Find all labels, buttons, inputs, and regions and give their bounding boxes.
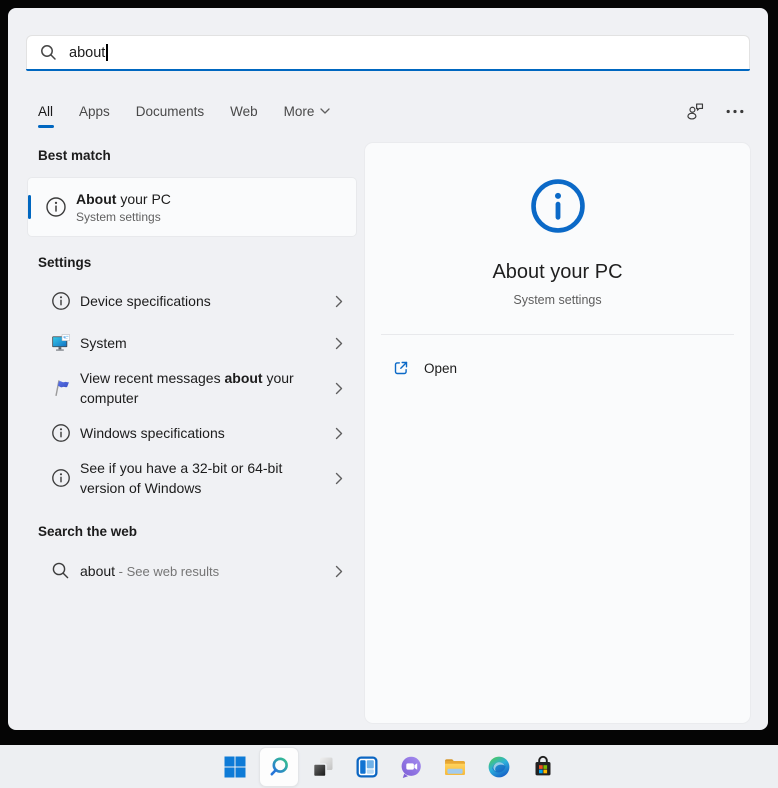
tab-web[interactable]: Web — [230, 104, 258, 119]
list-item-32-64-bit[interactable]: See if you have a 32-bit or 64-bit versi… — [28, 454, 356, 502]
file-explorer-button[interactable] — [435, 747, 475, 787]
edge-button[interactable] — [479, 747, 519, 787]
widgets-icon — [356, 756, 378, 777]
search-the-web-label: Search the web — [38, 524, 138, 539]
search-input[interactable]: about — [26, 35, 750, 71]
search-icon — [52, 562, 69, 579]
flag-icon — [55, 380, 69, 397]
chevron-right-icon — [335, 337, 343, 349]
preview-subtitle: System settings — [513, 293, 602, 307]
settings-list: Device specifications System View recent… — [28, 280, 356, 502]
tab-more[interactable]: More — [284, 104, 331, 119]
widgets-button[interactable] — [347, 747, 387, 787]
settings-label: Settings — [38, 255, 92, 270]
info-circle-icon — [52, 424, 70, 442]
selection-accent-bar — [28, 195, 31, 219]
best-match-item[interactable]: About your PC System settings — [28, 178, 356, 236]
tab-all[interactable]: All — [38, 104, 53, 119]
search-icon — [270, 756, 288, 775]
preview-card: About your PC System settings Open — [365, 143, 750, 723]
best-match-title: About your PC — [76, 190, 171, 209]
external-link-icon — [394, 361, 408, 375]
chevron-right-icon — [335, 472, 343, 484]
web-result-label: about - See web results — [80, 562, 220, 579]
list-item-device-specifications[interactable]: Device specifications — [28, 280, 356, 322]
best-match-title-rest: your PC — [116, 190, 171, 207]
best-match-subtitle: System settings — [76, 209, 161, 224]
best-match-text: About your PC System settings — [76, 190, 171, 225]
best-match-title-bold: About — [76, 190, 117, 207]
list-item-windows-specifications[interactable]: Windows specifications — [28, 412, 356, 454]
best-match-label: Best match — [38, 148, 111, 163]
list-item-system[interactable]: System — [28, 322, 356, 364]
list-item-label: Windows specifications — [80, 425, 225, 441]
info-circle-icon — [52, 292, 70, 310]
chevron-right-icon — [335, 427, 343, 439]
system-monitor-icon — [52, 334, 70, 351]
divider — [381, 334, 734, 335]
ellipsis-icon[interactable] — [726, 109, 744, 114]
tab-apps[interactable]: Apps — [79, 104, 110, 119]
windows-logo-icon — [224, 756, 246, 777]
chevron-right-icon — [335, 295, 343, 307]
list-item-view-recent-messages[interactable]: View recent messages about your computer — [28, 364, 356, 412]
header-actions — [684, 101, 744, 121]
task-view-button[interactable] — [303, 747, 343, 787]
chat-button[interactable] — [391, 747, 431, 787]
text-caret — [106, 44, 108, 61]
search-icon — [41, 45, 56, 60]
list-item-label: System — [80, 335, 127, 351]
search-value: about — [69, 44, 106, 61]
filter-tabs: All Apps Documents Web More — [38, 104, 331, 119]
preview-title: About your PC — [492, 261, 623, 283]
user-chat-icon[interactable] — [684, 101, 706, 121]
chevron-right-icon — [335, 382, 343, 394]
file-explorer-icon — [445, 758, 465, 775]
list-item-label: View recent messages about your computer — [80, 370, 294, 406]
web-result-item[interactable]: about - See web results — [28, 551, 356, 591]
open-label: Open — [424, 360, 458, 376]
store-icon — [535, 755, 551, 775]
chat-icon — [401, 756, 421, 778]
tab-documents[interactable]: Documents — [136, 104, 204, 119]
search-button[interactable] — [259, 746, 299, 787]
chevron-right-icon — [335, 565, 343, 577]
results-column: Best match About your PC System settings… — [28, 148, 356, 591]
taskbar — [0, 745, 778, 788]
list-item-label: Device specifications — [80, 293, 211, 309]
info-circle-icon — [52, 469, 70, 487]
store-button[interactable] — [523, 747, 563, 787]
info-circle-icon — [530, 179, 585, 233]
start-button[interactable] — [215, 747, 255, 787]
tab-more-label: More — [283, 103, 315, 119]
list-item-label: See if you have a 32-bit or 64-bit versi… — [80, 460, 283, 496]
search-flyout-panel: about All Apps Documents Web More Best m… — [8, 8, 768, 730]
chevron-down-icon — [320, 108, 331, 114]
info-circle-icon — [46, 197, 66, 217]
open-action[interactable]: Open — [393, 360, 457, 376]
task-view-icon — [312, 757, 333, 777]
edge-icon — [488, 756, 510, 777]
filter-tabs-row: All Apps Documents Web More — [38, 98, 744, 124]
